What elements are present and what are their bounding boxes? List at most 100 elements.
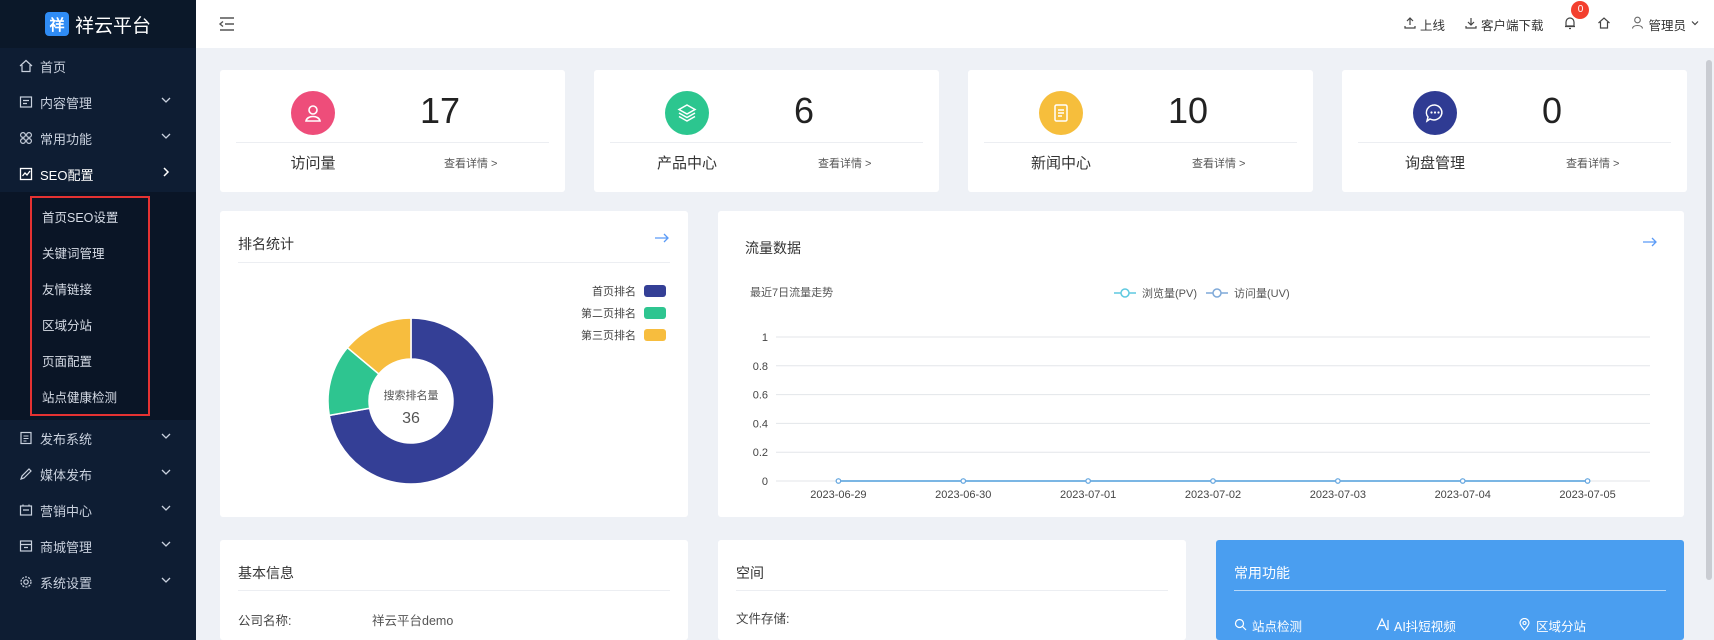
legend-item[interactable]: 浏览量(PV) [1114, 286, 1197, 300]
sidebar-item-common[interactable]: 常用功能 [0, 120, 196, 156]
legend-item[interactable]: 访问量(UV) [1206, 287, 1290, 300]
sidebar-item-home[interactable]: 首页 [0, 48, 196, 84]
data-point[interactable] [835, 478, 842, 484]
x-tick-label: 2023-07-02 [1185, 489, 1241, 501]
divider [238, 590, 670, 591]
file-storage-label: 文件存储: [736, 612, 790, 626]
home-icon [1597, 16, 1611, 33]
page-scrollbar[interactable] [1706, 60, 1712, 580]
submenu-item-regional-sites[interactable]: 区域分站 [32, 306, 148, 342]
top-header: 上线 客户端下载 0 管理员 [196, 0, 1714, 48]
sidebar-item-media[interactable]: 媒体发布 [0, 456, 196, 492]
legend-swatch [644, 307, 666, 319]
seo-submenu: 首页SEO设置 关键词管理 友情链接 区域分站 页面配置 站点健康检测 [0, 192, 196, 420]
legend-item[interactable]: 首页排名 [592, 283, 666, 299]
func-ai-video[interactable]: AI抖短视频 [1376, 616, 1456, 635]
func-site-check[interactable]: 站点检测 [1234, 616, 1302, 635]
data-point[interactable] [1459, 478, 1466, 484]
header-actions: 上线 客户端下载 0 管理员 [1404, 0, 1700, 48]
ai-icon [1376, 617, 1389, 634]
brand-icon: 祥 [44, 12, 69, 36]
sidebar-item-settings[interactable]: 系统设置 [0, 564, 196, 600]
stat-card-news: 10 新闻中心 查看详情 > [968, 70, 1313, 192]
x-tick-label: 2023-07-05 [1559, 489, 1615, 501]
legend-item[interactable]: 第三页排名 [581, 327, 666, 343]
online-button[interactable]: 上线 [1404, 15, 1445, 34]
notification-button[interactable]: 0 [1563, 0, 1590, 33]
y-tick-label: 1 [762, 332, 768, 344]
brand-name: 祥云平台 [74, 15, 151, 37]
stat-card-visits: 17 访问量 查看详情 > [220, 70, 565, 192]
sidebar-item-label: 首页 [40, 59, 67, 75]
x-tick-label: 2023-07-01 [1060, 489, 1116, 501]
user-menu[interactable]: 管理员 [1631, 15, 1700, 34]
legend-label: 访问量(UV) [1234, 287, 1290, 300]
marketing-icon [18, 503, 34, 517]
layers-icon [665, 91, 709, 135]
download-client-button[interactable]: 客户端下载 [1465, 15, 1543, 34]
y-tick-label: 0 [762, 476, 768, 488]
home-icon [18, 59, 34, 73]
x-tick-label: 2023-06-30 [935, 489, 991, 501]
func-regional-site[interactable]: 区域分站 [1518, 616, 1586, 635]
submenu-item-health-check[interactable]: 站点健康检测 [32, 378, 148, 414]
legend-marker [1120, 288, 1130, 298]
sidebar-nav: 首页 内容管理 常用功能 SEO配置 [0, 48, 196, 192]
search-icon [1234, 618, 1247, 634]
notification-badge: 0 [1571, 0, 1590, 19]
sidebar-item-shop[interactable]: 商城管理 [0, 528, 196, 564]
arrow-right-icon[interactable] [654, 231, 670, 249]
submenu-item-friend-links[interactable]: 友情链接 [32, 270, 148, 306]
sidebar: 祥 祥云平台 首页 内容管理 常用功能 SEO配置 首页SEO设置 关键词管理 … [0, 0, 196, 640]
ranking-donut-chart: 搜索排名量 36 [327, 317, 495, 485]
space-panel: 空间 文件存储: [718, 540, 1186, 640]
stat-detail-link[interactable]: 查看详情 > [1192, 155, 1245, 171]
legend-label: 首页排名 [592, 286, 636, 298]
chevron-down-icon [160, 502, 172, 517]
sidebar-item-publish[interactable]: 发布系统 [0, 420, 196, 456]
traffic-line-chart: 最近7日流量走势 浏览量(PV) 访问量(UV) 0 0.2 0.4 0.6 0.8 1 2… [750, 285, 1650, 501]
y-tick-label: 0.2 [753, 447, 768, 459]
chevron-down-icon [160, 430, 172, 445]
donut-center-label: 搜索排名量 [384, 388, 439, 402]
legend-swatch [644, 285, 666, 297]
submenu-item-page-config[interactable]: 页面配置 [32, 342, 148, 378]
data-point[interactable] [1085, 478, 1091, 484]
panel-title: 空间 [736, 565, 764, 581]
stat-label: 询盘管理 [1404, 155, 1465, 172]
func-label: 站点检测 [1252, 620, 1303, 634]
chart-subtitle: 最近7日流量走势 [750, 285, 833, 299]
chevron-down-icon [160, 130, 172, 145]
sidebar-item-marketing[interactable]: 营销中心 [0, 492, 196, 528]
donut-center-value: 36 [402, 410, 420, 427]
legend-label: 第二页排名 [581, 308, 636, 320]
data-point[interactable] [960, 478, 967, 484]
sidebar-item-seo[interactable]: SEO配置 [0, 156, 196, 192]
chevron-down-icon [160, 94, 172, 109]
stat-detail-link[interactable]: 查看详情 > [818, 155, 871, 171]
traffic-panel: 流量数据 最近7日流量走势 浏览量(PV) 访问量(UV) 0 0.2 0.4 0.6… [718, 211, 1684, 517]
menu-fold-icon[interactable] [218, 15, 236, 33]
sidebar-item-label: 发布系统 [40, 431, 93, 447]
home-link-button[interactable] [1597, 16, 1611, 33]
basic-info-panel: 基本信息 公司名称: 祥云平台demo [220, 540, 688, 640]
legend-item[interactable]: 第二页排名 [581, 305, 666, 321]
stat-detail-link[interactable]: 查看详情 > [1566, 155, 1619, 171]
data-point[interactable] [1210, 478, 1216, 484]
data-point[interactable] [1335, 478, 1341, 484]
y-tick-label: 0.4 [753, 418, 768, 430]
download-icon [1465, 17, 1477, 32]
ranking-panel: 排名统计 首页排名 第二页排名 第三页排名 搜索排名量 36 [220, 211, 688, 517]
upload-icon [1404, 16, 1416, 32]
user-name: 管理员 [1648, 18, 1686, 33]
sidebar-item-content[interactable]: 内容管理 [0, 84, 196, 120]
company-name-label: 公司名称: [238, 614, 292, 628]
brand-logo[interactable]: 祥 祥云平台 [0, 0, 196, 48]
submenu-item-keywords[interactable]: 关键词管理 [32, 234, 148, 270]
x-tick-label: 2023-07-04 [1435, 489, 1491, 501]
data-point[interactable] [1584, 478, 1591, 484]
stat-detail-link[interactable]: 查看详情 > [444, 155, 497, 171]
submenu-item-home-seo[interactable]: 首页SEO设置 [32, 198, 148, 234]
online-label: 上线 [1419, 18, 1445, 33]
func-label: AI抖短视频 [1394, 620, 1456, 634]
